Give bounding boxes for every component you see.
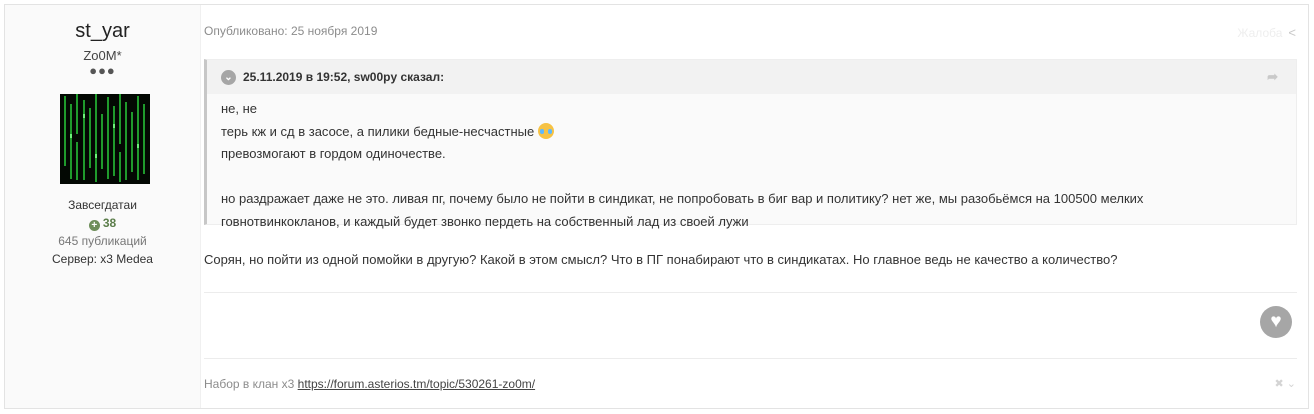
quote-line: говнотвинкокланов, и каждый будет звонко…: [221, 213, 749, 229]
heart-icon[interactable]: ♥: [1260, 306, 1292, 338]
close-icon[interactable]: ✖ ⌄: [1275, 377, 1297, 390]
avatar[interactable]: [60, 94, 150, 184]
post-actions: Жалоба <: [1237, 25, 1296, 40]
divider: [204, 358, 1297, 359]
author-panel: st_yar Zo0M* ●●● Завсегдатаи + 38 645 пу…: [5, 5, 201, 408]
quote-citation[interactable]: 25.11.2019 в 19:52, sw00py сказал:: [243, 70, 444, 84]
quote-line: [221, 166, 1296, 189]
author-post-count[interactable]: 645 публикаций: [5, 234, 200, 248]
reputation-value: 38: [102, 216, 117, 230]
laughing-tears-emoji: [538, 122, 555, 139]
quote-header: ⌄ 25.11.2019 в 19:52, sw00py сказал: ➦: [207, 60, 1296, 94]
quote-line: не, не: [221, 101, 258, 116]
avatar-image: [60, 94, 150, 184]
share-icon[interactable]: ➦: [1267, 69, 1278, 85]
quote-line: превозмогают в гордом одиночестве.: [221, 146, 446, 161]
quote-line-text: терь кж и сд в засосе, а пилики бедные-н…: [221, 123, 535, 139]
post-body: Сорян, но пойти из одной помойки в другу…: [204, 252, 1118, 267]
signature: Набор в клан x3 https://forum.asterios.t…: [204, 377, 535, 391]
report-link[interactable]: Жалоба: [1237, 26, 1282, 40]
quote-block: ⌄ 25.11.2019 в 19:52, sw00py сказал: ➦ н…: [204, 59, 1297, 229]
rank-pips: ●●●: [89, 63, 116, 78]
share-icon[interactable]: <: [1288, 25, 1296, 40]
author-title: Zo0M*: [83, 48, 122, 63]
post-date[interactable]: Опубликовано: 25 ноября 2019: [204, 24, 377, 38]
quote-body: не, не терь кж и сд в засосе, а пилики б…: [207, 94, 1296, 233]
author-name[interactable]: st_yar: [5, 20, 200, 43]
signature-link[interactable]: https://forum.asterios.tm/topic/530261-z…: [298, 377, 535, 391]
divider: [204, 292, 1297, 293]
plus-circle-icon: +: [88, 220, 100, 231]
forum-post: st_yar Zo0M* ●●● Завсегдатаи + 38 645 пу…: [4, 4, 1309, 409]
author-server: Сервер: x3 Medea: [52, 252, 153, 266]
author-group: Завсегдатаи: [68, 198, 137, 212]
chevron-down-icon[interactable]: ⌄: [221, 69, 236, 85]
signature-text: Набор в клан x3: [204, 377, 298, 391]
quote-line: терь кж и сд в засосе, а пилики бедные-н…: [221, 121, 1296, 144]
reputation-badge: +38: [5, 216, 200, 231]
quote-line: но раздражает даже не это. ливая пг, поч…: [221, 191, 1144, 206]
